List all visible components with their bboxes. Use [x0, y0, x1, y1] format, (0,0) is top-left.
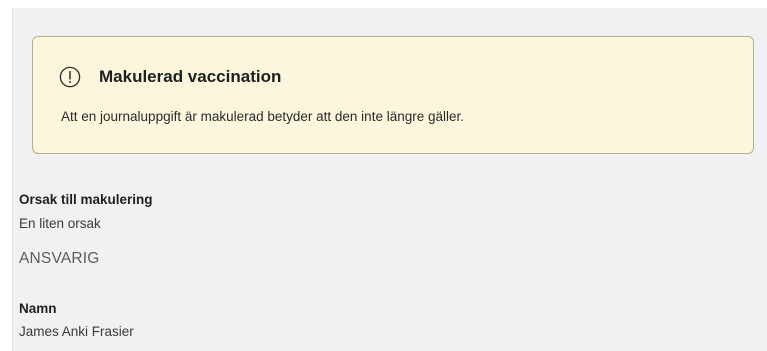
responsible-heading: ANSVARIG — [19, 250, 100, 267]
cancelled-vaccination-alert: Makulerad vaccination Att en journaluppg… — [32, 36, 754, 154]
reason-value: En liten orsak — [19, 216, 101, 231]
name-label: Namn — [19, 301, 57, 316]
alert-title: Makulerad vaccination — [99, 67, 282, 86]
reason-label: Orsak till makulering — [19, 192, 153, 207]
name-value: James Anki Frasier — [19, 324, 134, 339]
exclamation-circle-icon — [59, 66, 81, 88]
alert-description: Att en journaluppgift är makulerad betyd… — [61, 109, 465, 124]
